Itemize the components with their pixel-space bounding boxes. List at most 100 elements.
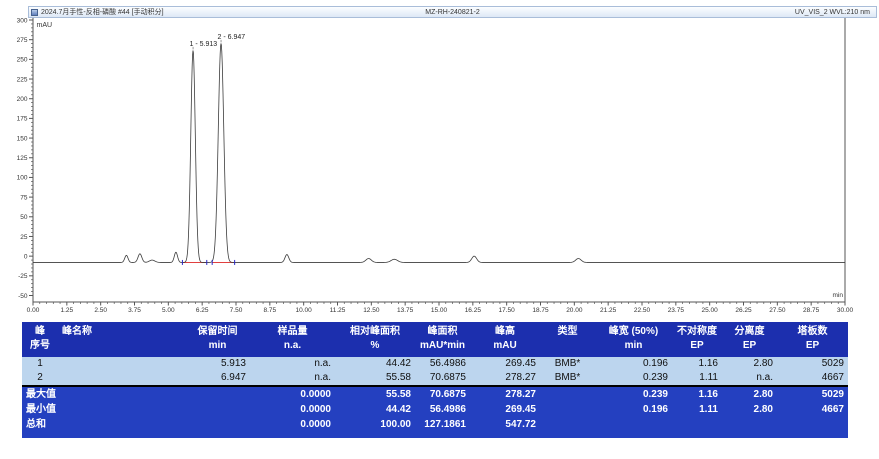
chromatography-report-window: 3002752502252001751501251007550250-25-50… [0, 0, 879, 459]
column-header-no: 峰序号 [22, 322, 58, 357]
x-tick-label: 26.25 [735, 307, 752, 314]
summary-label: 最大值 [22, 386, 185, 402]
column-unit: 序号 [26, 339, 54, 353]
column-unit: % [339, 339, 411, 353]
x-tick-label: 1.25 [61, 307, 74, 314]
y-unit-label: mAU [37, 22, 53, 29]
column-title: 分离度 [726, 325, 773, 339]
y-tick-label: -50 [18, 293, 28, 300]
column-unit: n.a. [254, 339, 331, 353]
y-tick-label: 150 [17, 135, 28, 142]
x-tick-label: 2.50 [94, 307, 107, 314]
x-tick-label: 15.00 [431, 307, 448, 314]
summary-cell-rel_area: 100.00 [335, 417, 415, 435]
cell-asym: 1.16 [672, 357, 722, 371]
summary-cell-area: 56.4986 [415, 402, 470, 417]
cell-width50: 0.239 [595, 371, 672, 386]
x-tick-label: 5.00 [162, 307, 175, 314]
summary-cell-res [722, 417, 777, 435]
summary-label: 最小值 [22, 402, 185, 417]
x-tick-label: 18.75 [532, 307, 549, 314]
summary-cell-height: 269.45 [470, 402, 540, 417]
column-unit: EP [726, 339, 773, 353]
peak-label: 1 - 5.913 [190, 41, 218, 48]
x-tick-label: 30.00 [837, 307, 854, 314]
summary-cell-asym: 1.16 [672, 386, 722, 402]
cell-height: 269.45 [470, 357, 540, 371]
summary-cell-rel_area: 44.42 [335, 402, 415, 417]
cell-area: 56.4986 [415, 357, 470, 371]
column-unit: EP [781, 339, 844, 353]
chromatogram-svg[interactable]: 3002752502252001751501251007550250-25-50… [0, 0, 879, 320]
column-title: 峰 [26, 325, 54, 339]
column-header-rt: 保留时间min [185, 322, 250, 357]
summary-cell-width50 [595, 417, 672, 435]
cell-no: 2 [22, 371, 58, 386]
summary-cell-height: 278.27 [470, 386, 540, 402]
cell-type: BMB* [540, 357, 595, 371]
y-tick-label: 0 [24, 253, 28, 260]
column-header-width50: 峰宽 (50%)min [595, 322, 672, 357]
x-tick-label: 27.50 [769, 307, 786, 314]
summary-cell-amount: 0.0000 [250, 402, 335, 417]
cell-width50: 0.196 [595, 357, 672, 371]
peak-label: 2 - 6.947 [218, 34, 246, 41]
column-title: 塔板数 [781, 325, 844, 339]
column-title: 保留时间 [189, 325, 246, 339]
results-table-container: 峰序号峰名称保留时间min样品量n.a.相对峰面积%峰面积mAU*min峰高mA… [22, 322, 848, 438]
detector-channel-label: UV_VIS_2 WVL:210 nm [795, 9, 870, 16]
cell-name [58, 371, 185, 386]
summary-cell-width50: 0.196 [595, 402, 672, 417]
summary-cell-amount: 0.0000 [250, 386, 335, 402]
x-tick-label: 7.50 [230, 307, 243, 314]
x-tick-label: 3.75 [128, 307, 141, 314]
column-header-area: 峰面积mAU*min [415, 322, 470, 357]
chromatogram-icon [31, 9, 38, 16]
cell-height: 278.27 [470, 371, 540, 386]
column-header-type: 类型 [540, 322, 595, 357]
x-tick-label: 28.75 [803, 307, 820, 314]
peak-row-1[interactable]: 15.913n.a.44.4256.4986269.45BMB*0.1961.1… [22, 357, 848, 371]
column-header-res: 分离度EP [722, 322, 777, 357]
summary-cell-height: 547.72 [470, 417, 540, 435]
chart-titlebar: 2024.7月手性-反相-磷酸 #44 [手动积分] MZ-RH-240821-… [28, 6, 877, 18]
column-title: 峰宽 (50%) [599, 325, 668, 339]
summary-cell-type [540, 417, 595, 435]
chromatogram-trace [33, 43, 845, 262]
column-title: 峰高 [474, 325, 536, 339]
peak-row-2[interactable]: 26.947n.a.55.5870.6875278.27BMB*0.2391.1… [22, 371, 848, 386]
summary-cell-plates [777, 417, 848, 435]
y-tick-label: 25 [20, 234, 28, 241]
column-title: 峰名称 [62, 325, 181, 339]
summary-row-2: 总和0.0000100.00127.1861547.72 [22, 417, 848, 435]
summary-cell-res: 2.80 [722, 386, 777, 402]
peak-results-table: 峰序号峰名称保留时间min样品量n.a.相对峰面积%峰面积mAU*min峰高mA… [22, 322, 848, 438]
cell-asym: 1.11 [672, 371, 722, 386]
cell-plates: 5029 [777, 357, 848, 371]
column-header-name: 峰名称 [58, 322, 185, 357]
summary-cell-rt [185, 386, 250, 402]
column-header-asym: 不对称度EP [672, 322, 722, 357]
cell-no: 1 [22, 357, 58, 371]
column-title: 峰面积 [419, 325, 466, 339]
y-tick-label: 275 [17, 37, 28, 44]
summary-cell-plates: 4667 [777, 402, 848, 417]
column-unit [544, 339, 591, 353]
column-header-rel_area: 相对峰面积% [335, 322, 415, 357]
y-tick-label: 200 [17, 96, 28, 103]
summary-row-0: 最大值0.000055.5870.6875278.270.2391.162.80… [22, 386, 848, 402]
y-tick-label: 300 [17, 17, 28, 24]
column-unit: min [599, 339, 668, 353]
column-title: 类型 [544, 325, 591, 339]
column-unit: mAU*min [419, 339, 466, 353]
x-tick-label: 23.75 [668, 307, 685, 314]
column-unit: EP [676, 339, 718, 353]
x-tick-label: 21.25 [600, 307, 617, 314]
column-title: 不对称度 [676, 325, 718, 339]
summary-cell-rt [185, 402, 250, 417]
summary-cell-asym [672, 417, 722, 435]
x-tick-label: 16.25 [465, 307, 482, 314]
y-tick-label: 175 [17, 116, 28, 123]
x-tick-label: 11.25 [330, 307, 346, 314]
summary-cell-res: 2.80 [722, 402, 777, 417]
